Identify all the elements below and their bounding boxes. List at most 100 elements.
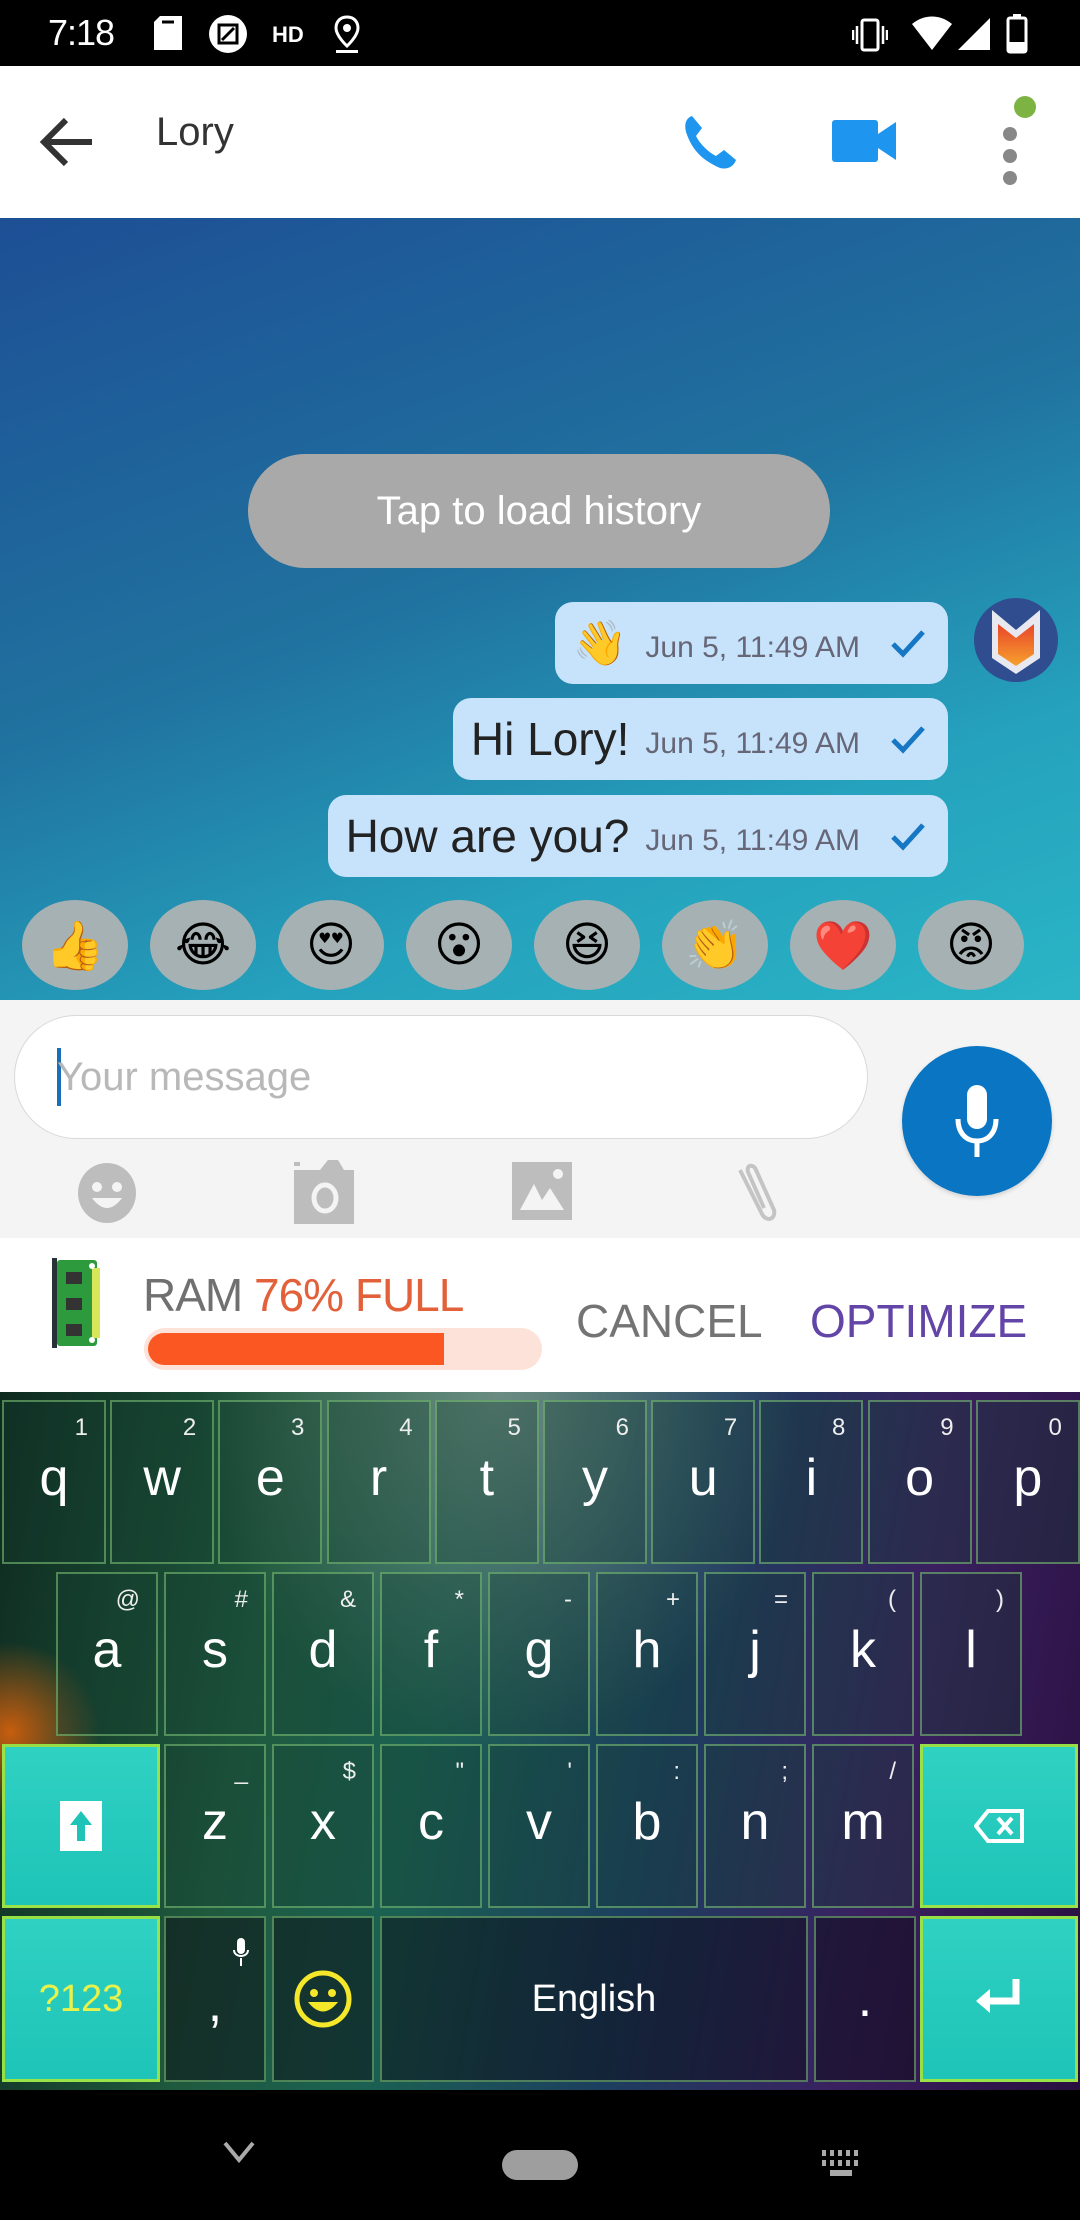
vibrate-icon: [852, 18, 888, 52]
ram-usage-bar: [144, 1328, 542, 1370]
message-bubble[interactable]: Hi Lory! Jun 5, 11:49 AM: [452, 698, 948, 780]
key-z[interactable]: _ z: [164, 1744, 266, 1908]
key-n[interactable]: ; n: [704, 1744, 806, 1908]
key-a[interactable]: @ a: [56, 1572, 158, 1736]
key-label: p: [1013, 1449, 1043, 1507]
reaction-surprised[interactable]: 😮: [406, 900, 512, 990]
svg-text:HD: HD: [272, 22, 304, 47]
message-bubble[interactable]: How are you? Jun 5, 11:49 AM: [327, 795, 948, 877]
contact-name[interactable]: Lory: [156, 110, 234, 155]
voice-input-icon: [233, 1938, 249, 1966]
emoji-icon[interactable]: [74, 1160, 140, 1226]
reaction-heart[interactable]: ❤️: [790, 900, 896, 990]
wifi-icon: [912, 16, 952, 50]
key-d[interactable]: & d: [272, 1572, 374, 1736]
ram-banner: RAM 76% FULL CANCEL OPTIMIZE: [0, 1238, 1080, 1392]
key-b[interactable]: :b: [596, 1744, 698, 1908]
key-y[interactable]: 6y: [543, 1400, 647, 1564]
key-label: s: [202, 1621, 228, 1679]
backspace-key[interactable]: [920, 1744, 1078, 1908]
key-q[interactable]: 1q: [2, 1400, 106, 1564]
avatar[interactable]: [974, 598, 1058, 682]
key-l[interactable]: ) l: [920, 1572, 1022, 1736]
reaction-clapping[interactable]: 👏: [662, 900, 768, 990]
message-bubble[interactable]: 👋 Jun 5, 11:49 AM: [554, 602, 948, 684]
key-label: o: [905, 1449, 935, 1507]
key-secondary-label: +: [665, 1586, 680, 1613]
key-u[interactable]: 7u: [651, 1400, 756, 1564]
message-input[interactable]: [57, 1054, 817, 1100]
key-label: b: [632, 1793, 662, 1851]
chat-area[interactable]: Tap to load history 👋 Jun 5, 11:49 AM Hi…: [0, 218, 1080, 1000]
key-p[interactable]: 0p: [975, 1400, 1080, 1564]
key-secondary-label: /: [889, 1758, 896, 1785]
key-o[interactable]: 9o: [867, 1400, 972, 1564]
key-h[interactable]: + h: [596, 1572, 698, 1736]
keyboard-switch-icon[interactable]: [820, 2148, 864, 2180]
key-s[interactable]: # s: [164, 1572, 266, 1736]
more-vert-icon[interactable]: [994, 110, 1026, 190]
home-pill-icon[interactable]: [502, 2150, 578, 2180]
period-key[interactable]: .: [814, 1916, 916, 2082]
enter-key[interactable]: [920, 1916, 1078, 2082]
hd-icon: HD: [272, 22, 304, 47]
key-g[interactable]: -g: [488, 1572, 590, 1736]
key-f[interactable]: * f: [380, 1572, 482, 1736]
key-secondary-label: 9: [940, 1414, 954, 1441]
key-m[interactable]: / m: [812, 1744, 914, 1908]
key-label: x: [310, 1793, 336, 1851]
key-i[interactable]: 8i: [759, 1400, 864, 1564]
key-x[interactable]: $ x: [272, 1744, 374, 1908]
gallery-icon[interactable]: [510, 1160, 576, 1226]
reaction-angry[interactable]: 😡: [918, 900, 1024, 990]
emoji-key[interactable]: [272, 1916, 374, 2082]
symbols-key[interactable]: ?123: [2, 1916, 160, 2082]
message-timestamp: Jun 5, 11:49 AM: [645, 631, 860, 664]
reaction-laughing[interactable]: 😆: [534, 900, 640, 990]
key-t[interactable]: 5t: [434, 1400, 539, 1564]
key-r[interactable]: 4r: [326, 1400, 431, 1564]
message-input-container[interactable]: [14, 1015, 868, 1139]
attachment-icon[interactable]: [726, 1160, 792, 1226]
reaction-heart-eyes[interactable]: 😍: [278, 900, 384, 990]
ram-chip-icon: [52, 1258, 100, 1348]
shift-key[interactable]: [2, 1744, 160, 1908]
microphone-icon: [955, 1085, 999, 1157]
battery-icon: [1006, 14, 1028, 54]
key-secondary-label: ': [567, 1758, 572, 1785]
key-secondary-label: $: [342, 1758, 356, 1785]
voice-record-button[interactable]: [902, 1046, 1052, 1196]
load-history-button[interactable]: Tap to load history: [248, 454, 830, 568]
navigation-bar: [0, 2090, 1080, 2220]
message-composer: [0, 1000, 1080, 1238]
key-label: k: [850, 1621, 876, 1679]
cancel-button[interactable]: CANCEL: [576, 1294, 763, 1348]
key-w[interactable]: 2w: [110, 1400, 215, 1564]
key-j[interactable]: = j: [704, 1572, 806, 1736]
comma-key[interactable]: ,: [164, 1916, 266, 2082]
key-v[interactable]: ' v: [488, 1744, 590, 1908]
message-text: 👋: [572, 619, 628, 668]
optimize-button[interactable]: OPTIMIZE: [810, 1294, 1027, 1348]
key-secondary-label: 7: [723, 1414, 738, 1441]
back-arrow-icon[interactable]: [38, 114, 98, 170]
key-k[interactable]: (k: [812, 1572, 914, 1736]
key-e[interactable]: 3e: [218, 1400, 323, 1564]
key-secondary-label: 5: [507, 1414, 521, 1441]
message-timestamp: Jun 5, 11:49 AM: [645, 727, 860, 760]
key-secondary-label: @: [115, 1586, 140, 1613]
reaction-tears-of-joy[interactable]: 😂: [150, 900, 256, 990]
app-bar: Lory: [0, 66, 1080, 218]
space-key[interactable]: English: [380, 1916, 808, 2082]
reaction-thumbs-up[interactable]: 👍: [22, 900, 128, 990]
key-label: l: [965, 1621, 977, 1679]
key-label: y: [582, 1449, 608, 1507]
hide-keyboard-icon[interactable]: [222, 2140, 256, 2164]
key-label: f: [423, 1621, 439, 1679]
key-c[interactable]: " c: [380, 1744, 482, 1908]
key-secondary-label: 3: [291, 1414, 305, 1441]
camera-icon[interactable]: [292, 1160, 358, 1226]
video-camera-icon[interactable]: [832, 118, 898, 164]
quick-reactions: 👍 😂 😍 😮 😆 👏 ❤️ 😡: [22, 900, 1062, 990]
phone-icon[interactable]: [680, 112, 740, 172]
